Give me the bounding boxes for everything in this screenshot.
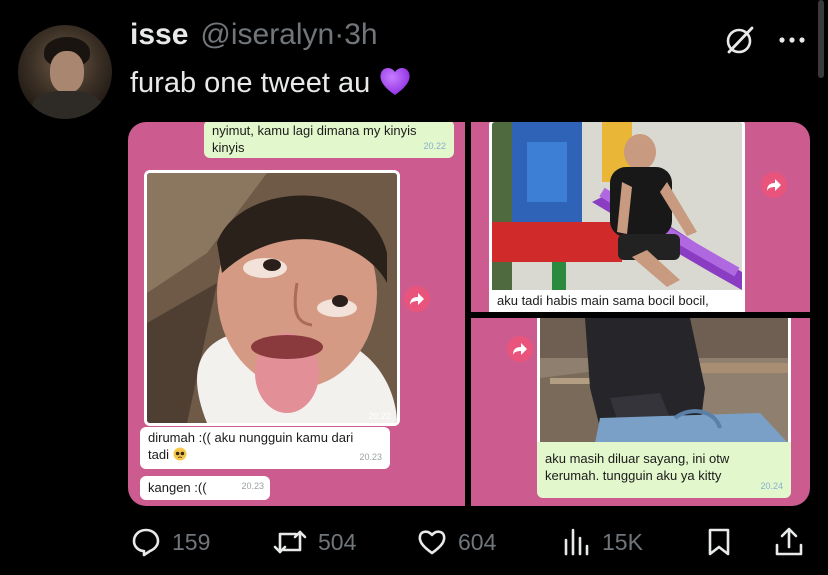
chat-bubble-line: kerumah. tungguin aku ya kitty [545, 468, 722, 483]
chat-timestamp: 20.23 [359, 452, 382, 462]
forward-icon[interactable] [404, 286, 430, 312]
chat-timestamp: 20.22 [423, 141, 446, 151]
tweet-action-bar: 159 504 604 15K [0, 522, 828, 562]
scrollbar-thumb[interactable] [818, 0, 824, 78]
tweet-text-content: furab one tweet au [130, 67, 371, 99]
reply-button[interactable]: 159 [130, 522, 210, 562]
repost-count: 504 [318, 528, 357, 555]
chat-bubble-text: kangen :(( [148, 480, 207, 495]
playground-photo [489, 122, 745, 309]
chat-bubble-outgoing: aku masih diluar sayang, ini otw kerumah… [537, 442, 791, 498]
chat-bubble-incoming: kangen :(( 20.23 [140, 476, 270, 500]
chat-bubble-line: kinyis [212, 140, 245, 155]
chat-bubble-line: aku masih diluar sayang, ini otw [545, 451, 730, 466]
reply-count: 159 [172, 528, 211, 555]
views-button[interactable]: 15K [560, 522, 643, 562]
forward-icon[interactable] [507, 336, 533, 362]
pleading-face-icon [173, 447, 187, 461]
media-image-bottom-right[interactable]: aku masih diluar sayang, ini otw kerumah… [471, 318, 810, 506]
tweet-timestamp[interactable]: 3h [344, 18, 377, 52]
chat-bubble-line: nyimut, kamu lagi dimana my kinyis [212, 123, 417, 138]
chat-bubble-line: dirumah :(( aku nungguin kamu dari [148, 430, 354, 445]
author-handle[interactable]: @iseralyn [200, 18, 334, 52]
chat-bubble-incoming: dirumah :(( aku nungguin kamu dari tadi … [140, 427, 390, 469]
chat-timestamp: 20.23 [241, 481, 264, 491]
media-image-top-right[interactable]: aku tadi habis main sama bocil bocil, [471, 122, 810, 312]
grok-icon[interactable] [724, 24, 756, 56]
media-image-left[interactable]: nyimut, kamu lagi dimana my kinyis kinyi… [128, 122, 465, 506]
selfie-photo: 20.22 [144, 170, 400, 426]
photo-caption: aku tadi habis main sama bocil bocil, [489, 290, 745, 312]
author-name[interactable]: isse [130, 18, 188, 52]
tweet-header: isse @iseralyn · 3h [130, 18, 378, 58]
avatar-face [50, 51, 84, 93]
repost-icon [273, 530, 307, 554]
bookmark-button[interactable] [703, 522, 735, 562]
outdoor-photo [537, 318, 791, 446]
repost-button[interactable]: 504 [272, 522, 356, 562]
header-separator: · [334, 18, 345, 51]
tweet-text: furab one tweet au [130, 64, 412, 100]
more-options-icon[interactable] [776, 30, 810, 50]
share-button[interactable] [772, 522, 806, 562]
chat-timestamp: 20.24 [760, 481, 783, 491]
forward-icon[interactable] [761, 172, 787, 198]
avatar-body [32, 91, 102, 119]
photo-caption-text: aku tadi habis main sama bocil bocil, [497, 293, 709, 308]
chat-bubble-outgoing: nyimut, kamu lagi dimana my kinyis kinyi… [204, 122, 454, 158]
like-count: 604 [458, 528, 497, 555]
purple-heart-icon [378, 64, 412, 98]
tweet-media-grid[interactable]: nyimut, kamu lagi dimana my kinyis kinyi… [128, 122, 810, 506]
reply-icon [132, 528, 160, 557]
photo-timestamp: 20.22 [368, 411, 391, 421]
chat-bubble-text: tadi [148, 447, 169, 462]
share-icon [775, 527, 803, 556]
bookmark-icon [708, 528, 730, 556]
views-count: 15K [602, 528, 643, 555]
heart-icon [418, 530, 446, 555]
author-avatar[interactable] [18, 25, 112, 119]
like-button[interactable]: 604 [416, 522, 496, 562]
views-icon [564, 528, 589, 556]
chat-bubble-line: tadi [148, 446, 382, 463]
